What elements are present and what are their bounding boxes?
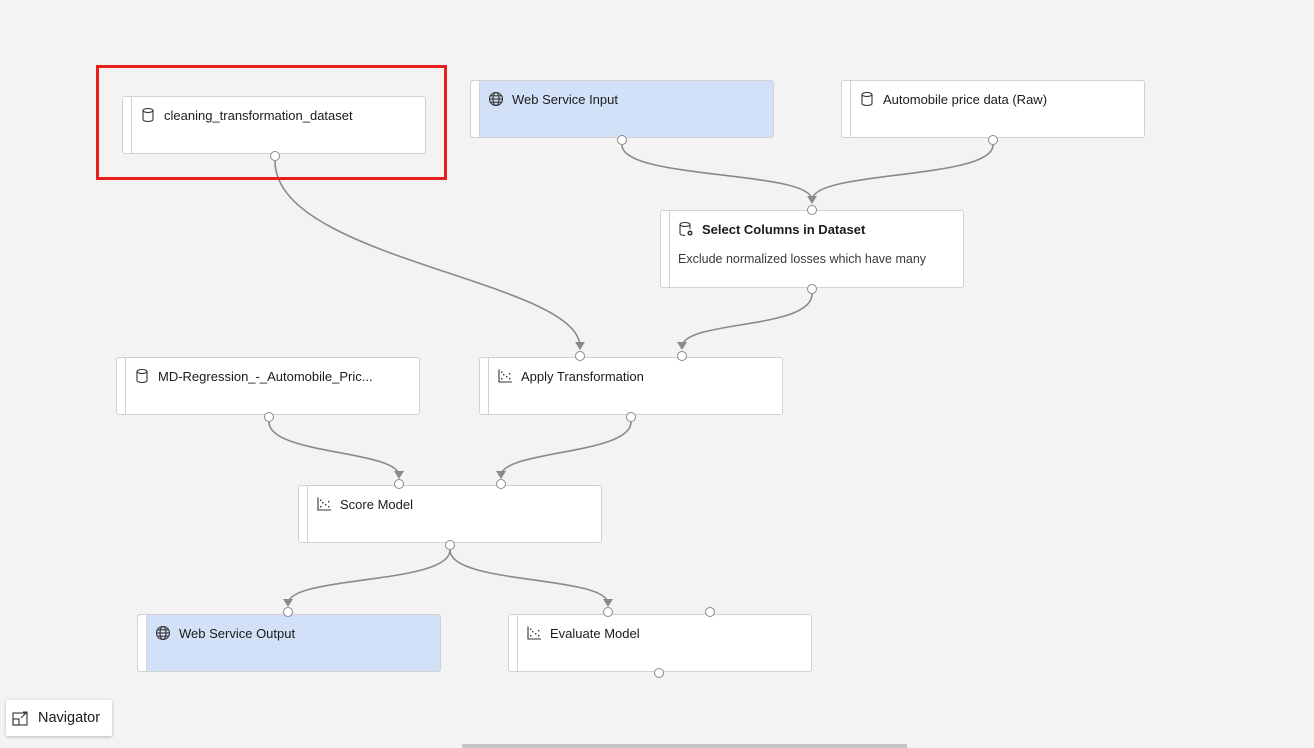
node-title: Web Service Input <box>512 91 618 107</box>
node-stripe <box>480 358 489 414</box>
output-port[interactable] <box>988 135 998 145</box>
edge-webinput-to-select[interactable] <box>621 144 813 201</box>
scatter-icon <box>498 369 512 383</box>
edge-select-to-apply[interactable] <box>681 293 813 348</box>
dataset-icon <box>136 368 148 384</box>
edge-autoraw-to-select[interactable] <box>811 144 994 201</box>
input-port[interactable] <box>283 607 293 617</box>
navigator-label: Navigator <box>38 710 101 726</box>
node-title: MD-Regression_-_Automobile_Pric... <box>158 368 373 384</box>
edge-score-to-evaluate[interactable] <box>449 549 609 605</box>
node-subtitle: Exclude normalized losses which have man… <box>678 252 927 266</box>
node-title: Apply Transformation <box>521 368 644 384</box>
output-port[interactable] <box>626 412 636 422</box>
node-stripe <box>117 358 126 414</box>
edge-cleaning-to-apply[interactable] <box>274 160 581 348</box>
globe-icon <box>488 91 504 107</box>
arrowhead <box>283 599 293 607</box>
node-stripe <box>138 615 147 671</box>
output-port[interactable] <box>654 668 664 678</box>
node-score-model[interactable]: Score Model <box>298 485 602 543</box>
arrowhead <box>575 342 585 350</box>
edge-mdreg-to-score[interactable] <box>268 421 400 477</box>
node-stripe <box>123 97 132 153</box>
input-port[interactable] <box>807 205 817 215</box>
edge-apply-to-score[interactable] <box>500 421 632 477</box>
node-select-columns-in-dataset[interactable]: Select Columns in Dataset Exclude normal… <box>660 210 964 288</box>
input-port[interactable] <box>575 351 585 361</box>
arrowhead <box>807 196 817 204</box>
horizontal-scrollbar[interactable] <box>462 744 907 748</box>
node-web-service-input[interactable]: Web Service Input <box>470 80 774 138</box>
dataset-gear-icon <box>679 221 693 236</box>
globe-icon <box>155 625 171 641</box>
navigator-icon <box>12 710 28 726</box>
node-title: cleaning_transformation_dataset <box>164 107 353 123</box>
node-stripe <box>842 81 851 137</box>
node-md-regression-automobile-price[interactable]: MD-Regression_-_Automobile_Pric... <box>116 357 420 415</box>
node-stripe <box>661 211 670 287</box>
arrowhead <box>677 342 687 350</box>
scatter-icon <box>317 497 331 511</box>
output-port[interactable] <box>807 284 817 294</box>
node-cleaning-transformation-dataset[interactable]: cleaning_transformation_dataset <box>122 96 426 154</box>
arrowhead <box>603 599 613 607</box>
dataset-icon <box>142 107 154 123</box>
input-port[interactable] <box>677 351 687 361</box>
node-stripe <box>299 486 308 542</box>
output-port[interactable] <box>264 412 274 422</box>
node-automobile-price-data-raw[interactable]: Automobile price data (Raw) <box>841 80 1145 138</box>
node-stripe <box>471 81 480 137</box>
node-title: Automobile price data (Raw) <box>883 91 1048 107</box>
node-title: Evaluate Model <box>550 625 640 641</box>
output-port[interactable] <box>617 135 627 145</box>
input-port[interactable] <box>603 607 613 617</box>
input-port[interactable] <box>394 479 404 489</box>
edge-score-to-weboutput[interactable] <box>287 549 451 605</box>
arrowhead <box>496 471 506 479</box>
output-port[interactable] <box>270 151 280 161</box>
pipeline-canvas[interactable]: cleaning_transformation_dataset Web Serv… <box>0 0 1314 748</box>
node-web-service-output[interactable]: Web Service Output <box>137 614 441 672</box>
node-evaluate-model[interactable]: Evaluate Model <box>508 614 812 672</box>
output-port[interactable] <box>445 540 455 550</box>
node-apply-transformation[interactable]: Apply Transformation <box>479 357 783 415</box>
scatter-icon <box>527 626 541 640</box>
node-title: Select Columns in Dataset <box>702 221 866 237</box>
input-port[interactable] <box>496 479 506 489</box>
node-title: Score Model <box>340 496 413 512</box>
dataset-icon <box>861 91 873 107</box>
navigator-button[interactable]: Navigator <box>6 700 112 736</box>
input-port[interactable] <box>705 607 715 617</box>
arrowhead <box>394 471 404 479</box>
node-title: Web Service Output <box>179 625 296 641</box>
node-stripe <box>509 615 518 671</box>
